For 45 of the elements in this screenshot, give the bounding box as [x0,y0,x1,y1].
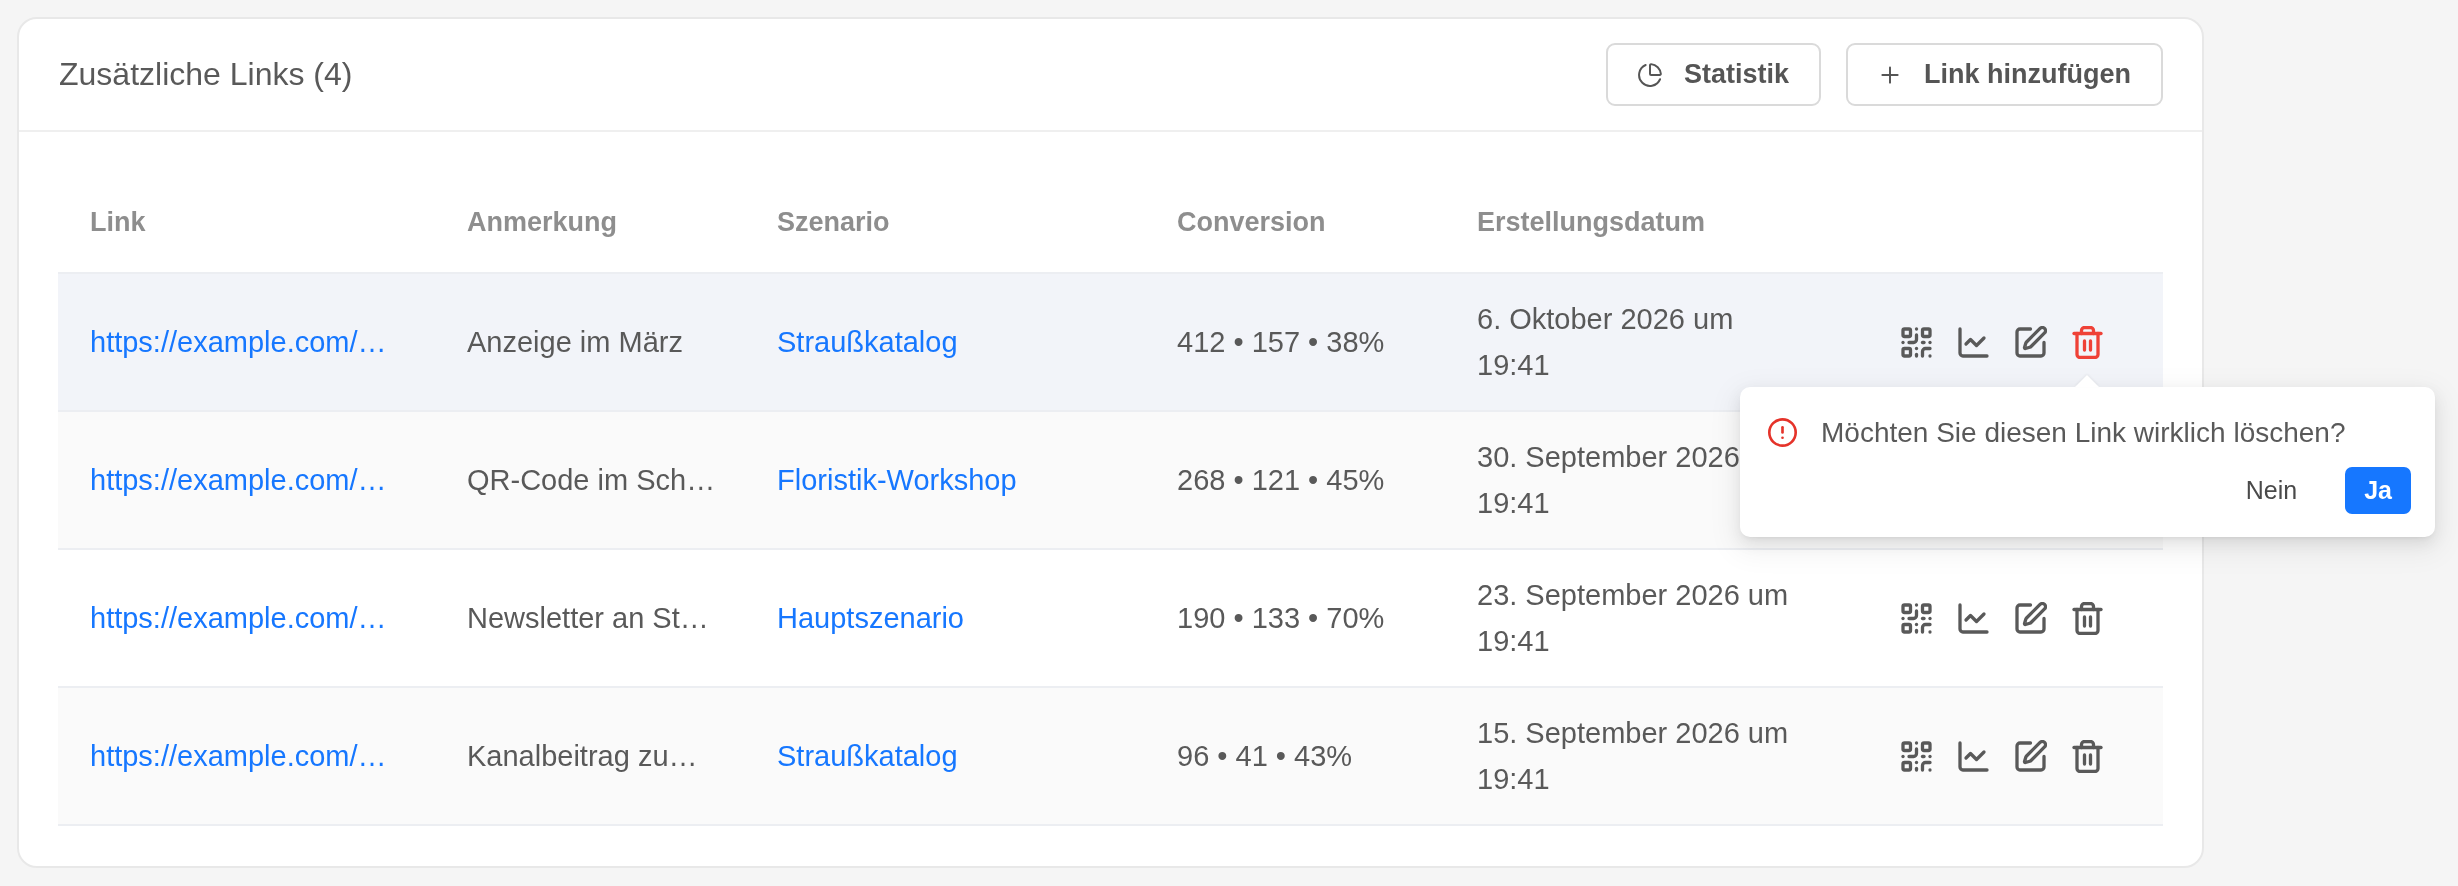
conversion-text: 190 • 133 • 70% [1177,602,1385,634]
alert-icon [1768,418,1797,447]
column-header: Link [90,207,146,237]
created-date: 30. September 2026 19:41 [1477,441,1740,519]
line-chart-icon[interactable] [1957,601,1990,635]
link-url[interactable]: https://example.com/… [90,464,387,496]
created-date: 6. Oktober 2026 um 19:41 [1477,303,1734,381]
line-chart-icon[interactable] [1957,739,1990,773]
column-header: Conversion [1177,207,1326,237]
column-header: Anmerkung [467,207,618,237]
column-header: Erstellungsdatum [1477,207,1706,237]
link-url[interactable]: https://example.com/… [90,326,387,358]
qr-code-icon[interactable] [1900,739,1933,773]
scenario-link[interactable]: Straußkatalog [777,326,958,358]
scenario-link[interactable]: Floristik-Workshop [777,464,1017,496]
note-text: Kanalbeitrag zu… [467,740,698,772]
qr-code-icon[interactable] [1900,325,1933,359]
created-date: 23. September 2026 um 19:41 [1477,579,1789,657]
confirm-button[interactable]: Ja [2345,466,2411,514]
line-chart-icon[interactable] [1957,325,1990,359]
conversion-text: 268 • 121 • 45% [1177,464,1385,496]
add-link-button[interactable]: Link hinzufügen [1846,43,2163,106]
edit-icon[interactable] [2014,325,2047,359]
note-text: QR-Code im Sch… [467,464,716,496]
delete-icon[interactable] [2071,601,2104,635]
confirm-message: Möchten Sie diesen Link wirklich löschen? [1821,415,2346,450]
created-date: 15. September 2026 um 19:41 [1477,717,1789,795]
link-url[interactable]: https://example.com/… [90,602,387,634]
scenario-link[interactable]: Hauptszenario [777,602,964,634]
edit-icon[interactable] [2014,739,2047,773]
note-text: Anzeige im März [467,326,683,358]
pie-chart-icon [1637,62,1662,87]
edit-icon[interactable] [2014,601,2047,635]
link-url[interactable]: https://example.com/… [90,740,387,772]
delete-icon[interactable] [2071,739,2104,773]
cancel-button[interactable]: Nein [2229,466,2314,514]
column-header: Szenario [777,207,890,237]
note-text: Newsletter an St… [467,602,709,634]
statistics-button[interactable]: Statistik [1605,43,1821,106]
delete-icon[interactable] [2071,325,2104,359]
conversion-text: 96 • 41 • 43% [1177,740,1353,772]
qr-code-icon[interactable] [1900,601,1933,635]
scenario-link[interactable]: Straußkatalog [777,740,958,772]
card-title: Zusätzliche Links (4) [59,56,353,93]
conversion-text: 412 • 157 • 38% [1177,326,1385,358]
